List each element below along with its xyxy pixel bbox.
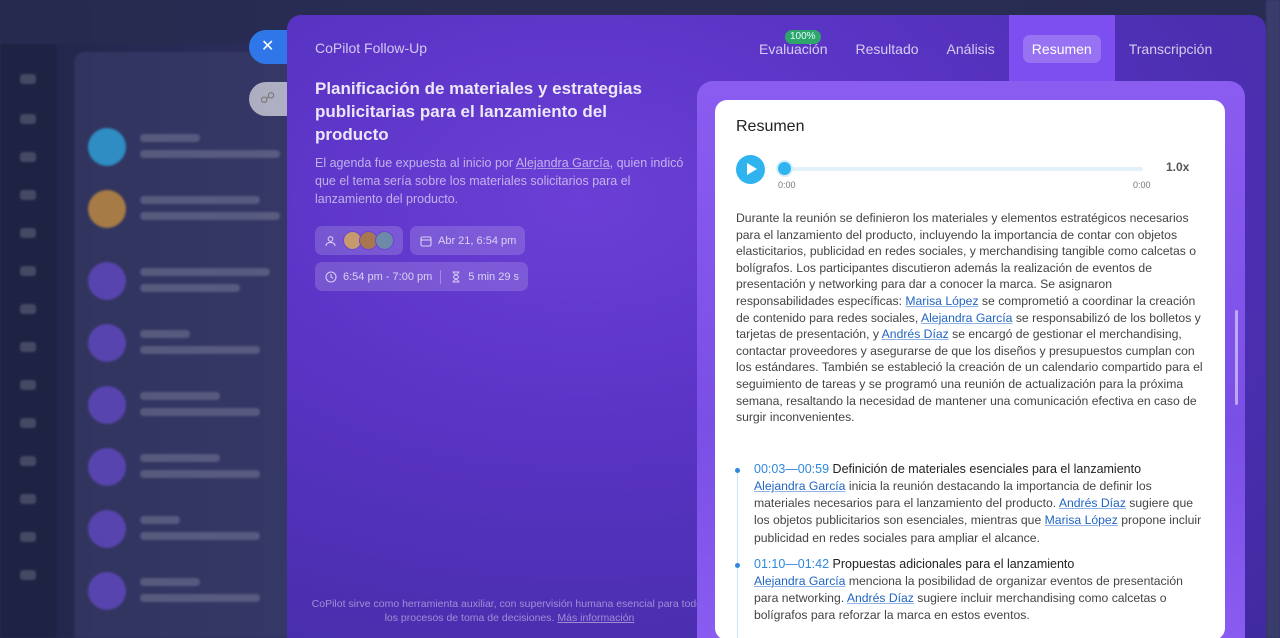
person-link[interactable]: Marisa López bbox=[905, 294, 978, 308]
person-link[interactable]: Alejandra García bbox=[754, 479, 845, 493]
participants-chip[interactable] bbox=[315, 226, 403, 255]
person-link[interactable]: Marisa López bbox=[1045, 513, 1118, 527]
tab-transcripcion[interactable]: Transcripción bbox=[1115, 15, 1227, 81]
hourglass-icon bbox=[449, 270, 462, 283]
background-chat-list bbox=[74, 52, 314, 638]
meeting-description: El agenda fue expuesta al inicio por Ale… bbox=[315, 154, 685, 208]
person-link[interactable]: Andrés Díaz bbox=[1059, 496, 1126, 510]
timeline-dot bbox=[735, 562, 740, 568]
timeline-item: 01:10—01:42 Propuestas adicionales para … bbox=[735, 555, 1206, 625]
person-link[interactable]: Alejandra García bbox=[754, 574, 845, 588]
avatar bbox=[375, 231, 394, 250]
tab-analisis[interactable]: Análisis bbox=[933, 15, 1009, 81]
summary-panel: Resumen 0:00 0:00 1.0x Durante la reunió… bbox=[697, 81, 1245, 638]
summary-timeline: 00:03—00:59 Definición de materiales ese… bbox=[735, 460, 1206, 638]
modal-title: CoPilot Follow-Up bbox=[315, 40, 428, 56]
timeline-title: Definición de materiales esenciales para… bbox=[829, 462, 1142, 476]
close-icon[interactable]: ✕ bbox=[261, 38, 274, 55]
tab-label: Resumen bbox=[1022, 35, 1101, 63]
meeting-meta: Abr 21, 6:54 pm 6:54 pm - 7:00 pm 5 min … bbox=[315, 226, 675, 291]
person-link[interactable]: Andrés Díaz bbox=[882, 327, 949, 341]
tab-label: Transcripción bbox=[1128, 41, 1213, 57]
audio-total-time: 0:00 bbox=[1133, 180, 1151, 190]
tabs: Evaluación 100% Resultado Análisis Resum… bbox=[745, 15, 1226, 81]
disclaimer: CoPilot sirve como herramienta auxiliar,… bbox=[307, 597, 712, 625]
meeting-date: Abr 21, 6:54 pm bbox=[438, 234, 517, 247]
participants-icon bbox=[324, 234, 337, 247]
timeline-body: Alejandra García inicia la reunión desta… bbox=[754, 478, 1206, 547]
date-chip: Abr 21, 6:54 pm bbox=[410, 226, 526, 255]
summary-fragment: se encargó de gestionar el merchandising… bbox=[736, 327, 1203, 425]
timeline-body: Alejandra García menciona la posibilidad… bbox=[754, 573, 1206, 625]
audio-current-time: 0:00 bbox=[778, 180, 796, 190]
meeting-time-range: 6:54 pm - 7:00 pm bbox=[343, 270, 433, 283]
summary-card: Resumen 0:00 0:00 1.0x Durante la reunió… bbox=[715, 100, 1225, 638]
scrollbar[interactable] bbox=[1235, 310, 1238, 405]
copy-link-button[interactable]: ☍ bbox=[249, 82, 287, 116]
clock-icon bbox=[324, 270, 337, 283]
play-button[interactable] bbox=[736, 155, 765, 184]
copilot-followup-modal: CoPilot Follow-Up Evaluación 100% Result… bbox=[287, 15, 1266, 638]
divider bbox=[440, 269, 442, 284]
summary-text: Durante la reunión se definieron los mat… bbox=[736, 210, 1204, 426]
timestamp-link[interactable]: 01:10—01:42 bbox=[754, 557, 829, 571]
disclaimer-text: CoPilot sirve como herramienta auxiliar,… bbox=[311, 598, 708, 624]
person-link[interactable]: Alejandra García bbox=[921, 311, 1012, 325]
timeline-title: Propuestas adicionales para el lanzamien… bbox=[829, 556, 1075, 571]
time-chip: 6:54 pm - 7:00 pm 5 min 29 s bbox=[315, 262, 529, 291]
link-icon[interactable]: ☍ bbox=[260, 90, 275, 107]
audio-progress-handle[interactable] bbox=[776, 160, 793, 177]
timeline-heading: 01:10—01:42 Propuestas adicionales para … bbox=[754, 555, 1206, 573]
meeting-info: Planificación de materiales y estrategia… bbox=[315, 77, 685, 291]
score-badge: 100% bbox=[785, 30, 821, 44]
tab-label: Análisis bbox=[946, 41, 995, 57]
person-link[interactable]: Andrés Díaz bbox=[847, 591, 914, 605]
tab-resumen[interactable]: Resumen bbox=[1008, 15, 1115, 81]
tab-evaluacion[interactable]: Evaluación 100% bbox=[745, 15, 842, 81]
meeting-title: Planificación de materiales y estrategia… bbox=[315, 79, 642, 144]
tab-label: Resultado bbox=[855, 41, 919, 57]
playback-speed-button[interactable]: 1.0x bbox=[1166, 160, 1189, 174]
tab-resultado[interactable]: Resultado bbox=[842, 15, 933, 81]
person-link[interactable]: Alejandra García bbox=[516, 156, 610, 170]
timeline-heading: 00:03—00:59 Definición de materiales ese… bbox=[754, 460, 1206, 478]
calendar-icon bbox=[419, 234, 432, 247]
meeting-duration: 5 min 29 s bbox=[468, 270, 520, 283]
desc-text: El agenda fue expuesta al inicio por bbox=[315, 156, 516, 170]
timeline-item: 00:03—00:59 Definición de materiales ese… bbox=[735, 460, 1206, 547]
audio-progress-track[interactable] bbox=[781, 167, 1143, 171]
timestamp-link[interactable]: 00:03—00:59 bbox=[754, 462, 829, 476]
summary-title: Resumen bbox=[736, 118, 805, 135]
background-right-edge bbox=[1266, 0, 1280, 638]
close-modal-button[interactable]: ✕ bbox=[249, 30, 287, 64]
avatar-stack bbox=[343, 231, 394, 250]
timeline-dot bbox=[735, 468, 740, 473]
more-info-link[interactable]: Más información bbox=[557, 612, 634, 624]
background-sidebar bbox=[0, 44, 56, 638]
